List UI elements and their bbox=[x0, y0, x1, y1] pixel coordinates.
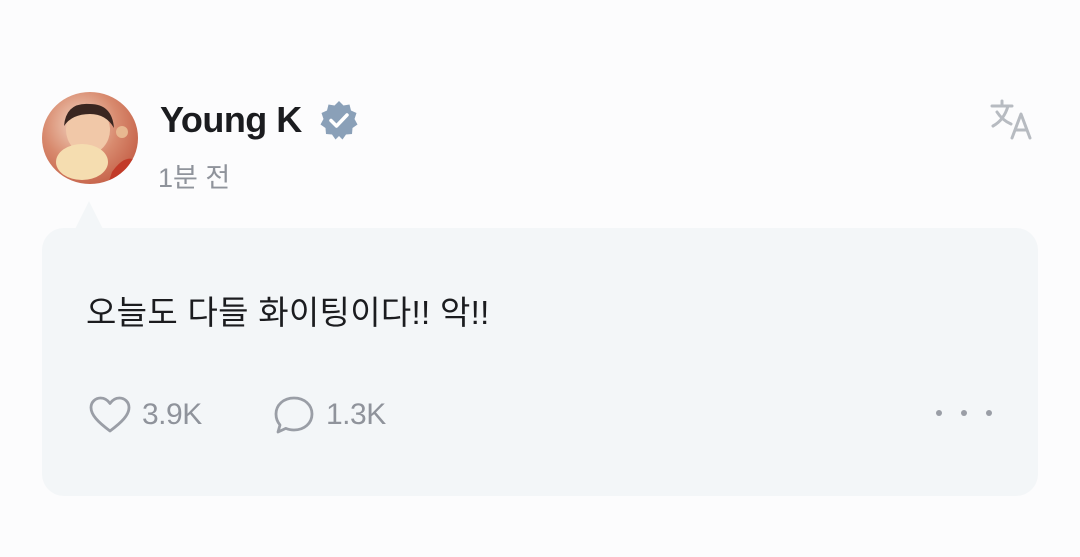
more-dot bbox=[961, 410, 967, 416]
avatar-photo bbox=[56, 103, 138, 184]
translate-icon[interactable] bbox=[988, 98, 1034, 142]
author-name[interactable]: Young K bbox=[160, 99, 302, 141]
more-dots-icon bbox=[936, 410, 942, 416]
heart-icon bbox=[89, 396, 131, 433]
speech-bubble-icon bbox=[274, 396, 314, 434]
bubble-tail bbox=[75, 201, 103, 229]
like-count: 3.9K bbox=[142, 398, 202, 431]
verified-badge-icon bbox=[320, 101, 358, 140]
like-button[interactable]: 3.9K bbox=[88, 394, 202, 436]
post-text: 오늘도 다들 화이팅이다!! 악!! bbox=[86, 294, 490, 331]
more-dot bbox=[986, 410, 992, 416]
post-timestamp: 1분 전 bbox=[158, 163, 231, 193]
author-avatar[interactable] bbox=[42, 92, 138, 184]
post-card[interactable]: 오늘도 다들 화이팅이다!! 악!! 3.9K 1.3K bbox=[42, 228, 1038, 496]
comment-count: 1.3K bbox=[326, 398, 386, 431]
comment-button[interactable]: 1.3K bbox=[272, 394, 386, 436]
more-options-button[interactable] bbox=[936, 398, 992, 428]
